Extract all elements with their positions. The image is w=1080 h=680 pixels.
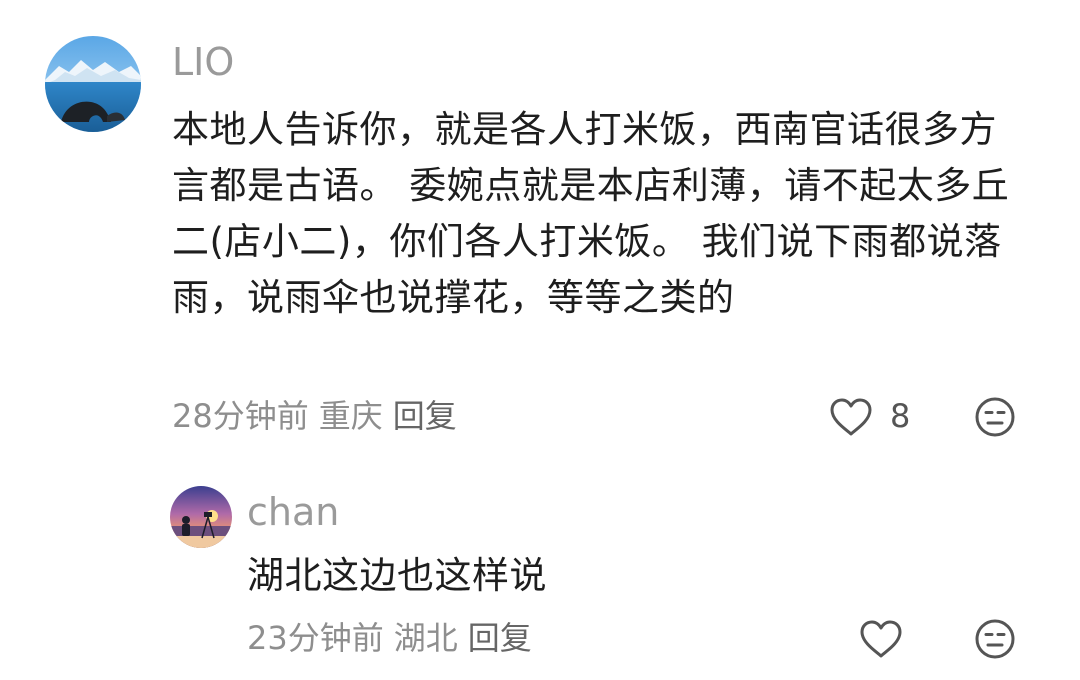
reply-text: 湖北这边也这样说 bbox=[247, 554, 547, 597]
like-count: 8 bbox=[890, 397, 911, 435]
comment-location: 重庆 bbox=[318, 397, 383, 435]
avatar-chan[interactable] bbox=[170, 486, 232, 548]
reply-reply-button[interactable]: 回复 bbox=[468, 619, 532, 657]
heart-outline-icon bbox=[830, 398, 872, 436]
reply-time: 23分钟前 bbox=[247, 619, 384, 657]
reply-like-button[interactable] bbox=[858, 618, 906, 662]
meh-face-icon bbox=[975, 397, 1015, 437]
comment-time: 28分钟前 bbox=[172, 397, 309, 435]
reply-button[interactable]: 回复 bbox=[393, 397, 457, 435]
reply-location: 湖北 bbox=[393, 619, 458, 657]
dislike-button[interactable] bbox=[974, 396, 1016, 438]
like-button[interactable] bbox=[828, 396, 876, 440]
reply-dislike-button[interactable] bbox=[974, 618, 1016, 660]
heart-outline-icon bbox=[860, 620, 902, 658]
comment-text: 本地人告诉你，就是各人打米饭，西南官话很多方言都是古语。 委婉点就是本店利薄，请… bbox=[172, 108, 1010, 319]
comment-username[interactable]: LIO bbox=[172, 42, 234, 82]
comment-meta: 28分钟前 重庆 回复 bbox=[172, 398, 467, 434]
reply-username[interactable]: chan bbox=[247, 492, 339, 532]
reply-meta: 23分钟前 湖北 回复 bbox=[247, 620, 542, 656]
avatar-lio[interactable] bbox=[45, 36, 141, 132]
meh-face-icon bbox=[975, 619, 1015, 659]
